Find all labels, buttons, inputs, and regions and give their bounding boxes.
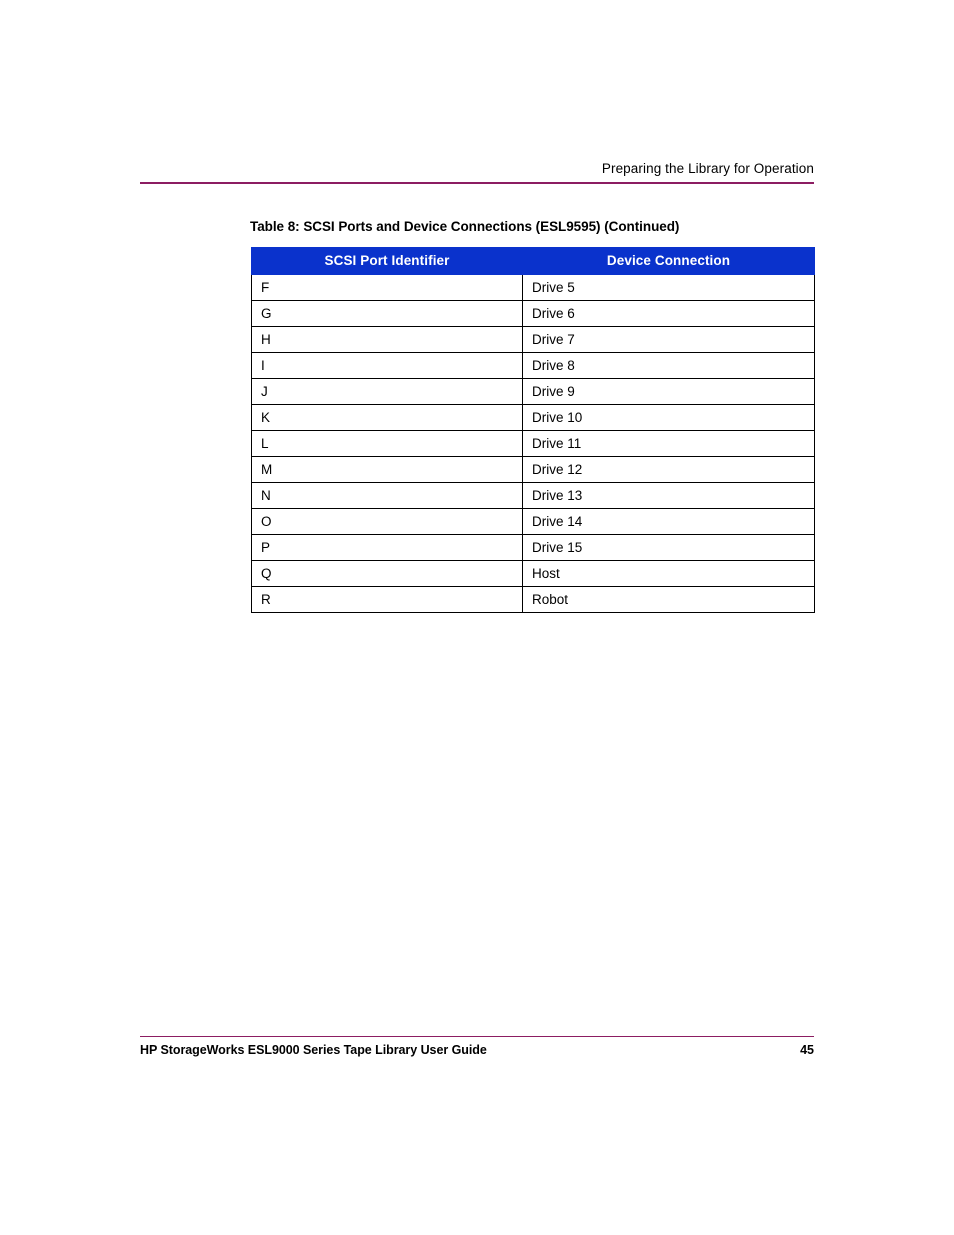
table-header-row-group: SCSI Port Identifier Device Connection	[251, 247, 815, 275]
running-header-title: Preparing the Library for Operation	[601, 161, 814, 176]
cell-scsi-port-identifier: P	[251, 534, 523, 561]
cell-scsi-port-identifier: R	[251, 586, 523, 613]
cell-scsi-port-identifier: F	[251, 274, 523, 301]
cell-device-connection: Drive 5	[522, 274, 815, 301]
cell-scsi-port-identifier: G	[251, 300, 523, 327]
cell-scsi-port-identifier: M	[251, 456, 523, 483]
cell-scsi-port-identifier: K	[251, 404, 523, 431]
cell-scsi-port-identifier: J	[251, 378, 523, 405]
cell-device-connection: Drive 15	[522, 534, 815, 561]
cell-scsi-port-identifier: L	[251, 430, 523, 457]
table-row: H Drive 7	[251, 326, 815, 353]
cell-device-connection: Drive 12	[522, 456, 815, 483]
cell-device-connection: Drive 13	[522, 482, 815, 509]
table-row: L Drive 11	[251, 430, 815, 457]
cell-scsi-port-identifier: Q	[251, 560, 523, 587]
table-row: I Drive 8	[251, 352, 815, 379]
cell-device-connection: Drive 11	[522, 430, 815, 457]
cell-device-connection: Drive 10	[522, 404, 815, 431]
table-row: J Drive 9	[251, 378, 815, 405]
footer-page-number: 45	[800, 1043, 814, 1057]
cell-device-connection: Host	[522, 560, 815, 587]
scsi-ports-table: SCSI Port Identifier Device Connection F…	[251, 247, 815, 613]
cell-scsi-port-identifier: H	[251, 326, 523, 353]
cell-device-connection: Drive 9	[522, 378, 815, 405]
table-header-row: SCSI Port Identifier Device Connection	[251, 247, 815, 275]
table-row: F Drive 5	[251, 274, 815, 301]
column-header-scsi-port-identifier: SCSI Port Identifier	[251, 247, 523, 275]
table-body: F Drive 5 G Drive 6 H Drive 7 I Drive 8 J Drive 9…	[251, 274, 815, 613]
table-row: R Robot	[251, 586, 815, 613]
cell-device-connection: Drive 6	[522, 300, 815, 327]
table-row: Q Host	[251, 560, 815, 587]
document-page: Preparing the Library for Operation Tabl…	[0, 0, 954, 1235]
table-row: P Drive 15	[251, 534, 815, 561]
cell-device-connection: Robot	[522, 586, 815, 613]
table-caption: Table 8: SCSI Ports and Device Connectio…	[250, 219, 680, 234]
table-row: M Drive 12	[251, 456, 815, 483]
table-row: O Drive 14	[251, 508, 815, 535]
table-row: N Drive 13	[251, 482, 815, 509]
column-header-device-connection: Device Connection	[522, 247, 815, 275]
cell-scsi-port-identifier: O	[251, 508, 523, 535]
cell-device-connection: Drive 14	[522, 508, 815, 535]
cell-scsi-port-identifier: I	[251, 352, 523, 379]
table-row: K Drive 10	[251, 404, 815, 431]
cell-device-connection: Drive 8	[522, 352, 815, 379]
cell-scsi-port-identifier: N	[251, 482, 523, 509]
header-divider-rule	[140, 182, 814, 184]
table-row: G Drive 6	[251, 300, 815, 327]
footer-divider-rule	[140, 1036, 814, 1037]
cell-device-connection: Drive 7	[522, 326, 815, 353]
